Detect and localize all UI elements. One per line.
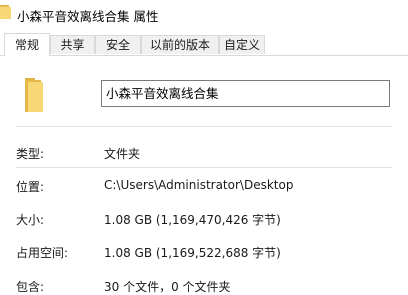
separator xyxy=(16,167,392,168)
type-label: 类型: xyxy=(16,147,45,161)
separator xyxy=(16,126,392,127)
contains-label: 包含: xyxy=(16,280,45,294)
folder-name-field[interactable]: 小森平音效离线合集 xyxy=(101,80,390,107)
location-value: C:\Users\Administrator\Desktop xyxy=(104,178,294,192)
title-bar: 小森平音效离线合集 属性 xyxy=(0,0,408,30)
location-label: 位置: xyxy=(16,180,45,194)
tab-general[interactable]: 常规 xyxy=(4,33,50,56)
tab-sharing[interactable]: 共享 xyxy=(50,35,95,54)
size-on-disk-value: 1.08 GB (1,169,522,688 字节) xyxy=(104,246,281,260)
tab-security[interactable]: 安全 xyxy=(95,35,141,54)
size-on-disk-label: 占用空间: xyxy=(16,246,69,260)
size-label: 大小: xyxy=(16,213,45,227)
contains-value: 30 个文件，0 个文件夹 xyxy=(104,280,231,294)
folder-icon xyxy=(25,78,43,112)
tab-customize[interactable]: 自定义 xyxy=(219,35,265,54)
size-value: 1.08 GB (1,169,470,426 字节) xyxy=(104,213,281,227)
window-title: 小森平音效离线合集 属性 xyxy=(17,9,159,24)
type-value: 文件夹 xyxy=(104,147,141,161)
tab-previous-versions[interactable]: 以前的版本 xyxy=(141,35,219,54)
folder-icon xyxy=(0,5,11,19)
